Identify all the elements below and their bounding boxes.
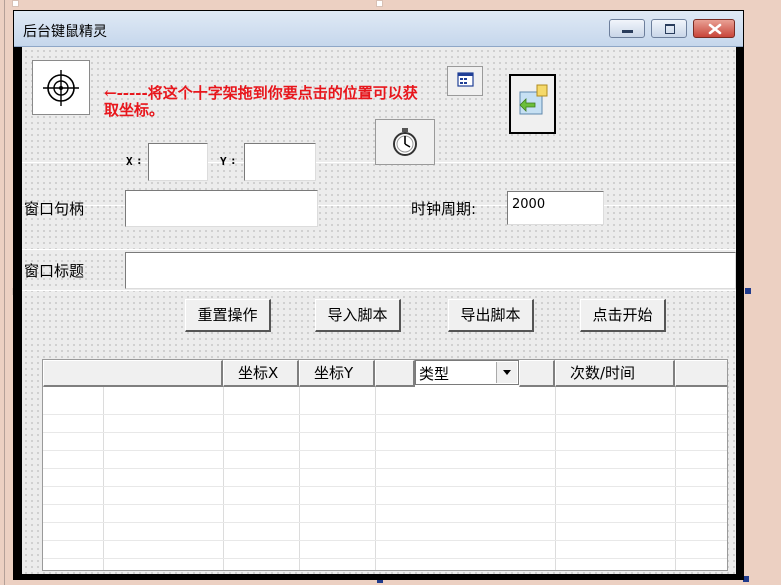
y-label: Y [220,155,227,168]
start-click-button[interactable]: 点击开始 [580,299,666,332]
grid-line [43,468,727,469]
y-label-colon: : [230,154,237,167]
grid-line [43,432,727,433]
table-header-x[interactable]: 坐标X [223,360,299,387]
export-config-button[interactable] [509,74,556,134]
reset-button[interactable]: 重置操作 [185,299,271,332]
window-picker-icon [457,72,474,87]
table-header-gap [519,360,555,387]
dropdown-button[interactable] [496,362,517,383]
minimize-icon [622,30,633,33]
table-header-blank [675,360,727,387]
type-dropdown[interactable]: 类型 [415,360,519,385]
window-title-field[interactable] [125,252,736,289]
export-arrow-icon [519,84,548,115]
grid-line [43,414,727,415]
close-button[interactable] [693,19,735,38]
resize-handle[interactable] [376,0,383,7]
window-handle-field[interactable] [125,190,318,227]
y-coordinate-field[interactable] [244,143,316,181]
grid-line [43,522,727,523]
grid-line [43,558,727,559]
grid-line [43,540,727,541]
grid-line [43,450,727,451]
table-header-gap [375,360,415,387]
type-dropdown-value: 类型 [419,365,450,383]
export-script-button[interactable]: 导出脚本 [448,299,534,332]
table-header-y[interactable]: 坐标Y [299,360,375,387]
maximize-icon [665,24,675,34]
table-header-count-time[interactable]: 次数/时间 [555,360,675,387]
timer-interval-label: 时钟周期: [411,200,477,218]
window-title: 后台键鼠精灵 [23,24,107,40]
window-picker-button[interactable] [447,66,483,96]
import-script-button[interactable]: 导入脚本 [315,299,401,332]
crosshair-picker[interactable] [32,60,90,115]
resize-handle[interactable] [745,288,751,294]
stopwatch-icon [393,128,417,156]
title-bar[interactable]: 后台键鼠精灵 [14,11,743,47]
divider [22,249,736,250]
window-title-label: 窗口标题 [24,262,85,280]
grid-line [43,504,727,505]
table-header-blank [43,360,223,387]
timer-interval-field[interactable]: 2000 [507,191,604,225]
close-icon [708,23,722,35]
resize-handle[interactable] [12,0,19,7]
main-window: 后台键鼠精灵 ←-----将这个十字架拖到你要点击的位置可以获取坐标。 X: … [13,10,744,580]
x-coordinate-field[interactable] [148,143,208,181]
chevron-down-icon [503,370,511,375]
maximize-button[interactable] [651,19,687,38]
design-guide-line [4,0,5,585]
crosshair-icon [43,70,79,106]
client-area: ←-----将这个十字架拖到你要点击的位置可以获取坐标。 X: Y: 窗口句… [22,47,736,574]
script-table[interactable]: 坐标X 坐标Y 类型 次数/时间 [42,359,728,571]
x-label-colon: : [136,154,143,167]
minimize-button[interactable] [609,19,645,38]
divider [22,290,736,291]
x-label: X [126,155,133,168]
window-handle-label: 窗口句柄 [24,200,85,218]
grid-line [43,486,727,487]
picker-hint: ←-----将这个十字架拖到你要点击的位置可以获取坐标。 [104,84,418,119]
stopwatch-button[interactable] [375,119,435,165]
